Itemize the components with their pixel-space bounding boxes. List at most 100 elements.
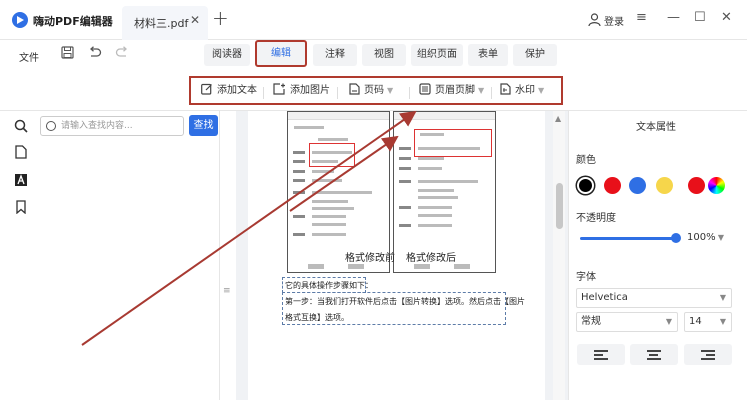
color-swatch-yellow[interactable] [656,177,673,194]
add-image-button[interactable]: 添加图片 [273,83,330,99]
figure-line [312,170,334,173]
figure-button [308,264,324,269]
edit-text-icon [201,83,212,95]
nav-organize-pages[interactable]: 组织页面 [411,44,463,66]
nav-reader[interactable]: 阅读器 [204,44,250,66]
color-swatch-red-2[interactable] [688,177,705,194]
title-bar: 嗨动PDF编辑器 材料三.pdf ✕ + 登录 ≡ — ☐ ✕ [0,0,747,40]
figure-button [414,264,430,269]
font-family-select[interactable]: Helvetica ▼ [576,288,732,308]
figure-highlight-box [309,143,355,167]
add-image-icon [273,83,285,95]
undo-icon[interactable] [88,46,102,59]
nav-annotate[interactable]: 注释 [313,44,357,66]
nav-edit[interactable]: 编辑 [255,40,307,67]
opacity-slider-handle[interactable] [671,233,681,243]
search-input[interactable] [61,119,181,133]
align-center-button[interactable] [630,344,678,365]
header-footer-dropdown[interactable]: 页眉页脚 ▼ [419,83,484,99]
toolbar-divider [491,87,492,99]
properties-title: 文本属性 [636,122,676,133]
figure-caption-after: 格式修改后 [406,253,456,264]
page-thumbnail-icon[interactable] [14,145,28,159]
app-logo-icon [12,12,28,28]
figure-line [399,157,411,160]
menu-icon[interactable]: ≡ [636,10,647,25]
font-style-select[interactable]: 常规 ▼ [576,312,678,332]
user-icon[interactable] [588,13,601,27]
search-box[interactable] [40,116,184,136]
text-recognition-icon[interactable] [14,173,28,187]
redo-icon[interactable] [115,46,129,59]
chevron-down-icon: ▼ [719,317,726,326]
figure-titlebar [394,112,495,120]
file-menu[interactable]: 文件 [19,49,39,64]
figure-line [293,215,305,218]
opacity-slider[interactable] [580,237,676,240]
figure-line [293,233,305,236]
opacity-label: 不透明度 [576,213,616,224]
save-icon[interactable] [61,46,74,59]
add-text-button[interactable]: 添加文本 [201,83,257,99]
figure-line [418,157,444,160]
login-button[interactable]: 登录 [604,13,624,28]
figure-line [312,179,342,182]
figure-line [418,214,452,217]
document-tab-label: 材料三.pdf [134,17,189,30]
figure-line [399,224,411,227]
document-tab[interactable]: 材料三.pdf ✕ [122,6,208,40]
custom-color-picker[interactable] [708,177,725,194]
figure-titlebar [288,112,389,120]
figure-line [418,189,454,192]
color-swatch-blue[interactable] [629,177,646,194]
minimize-button[interactable]: — [667,10,680,25]
search-button[interactable]: 查找 [189,115,218,136]
figure-line [293,170,305,173]
figure-line [293,160,305,163]
chevron-down-icon: ▼ [538,86,545,95]
align-left-button[interactable] [577,344,625,365]
figure-line [293,151,305,154]
search-icon[interactable] [14,119,28,133]
watermark-icon [500,83,511,95]
align-right-button[interactable] [684,344,732,365]
maximize-button[interactable]: ☐ [694,10,706,25]
figure-line [399,147,411,150]
page-number-dropdown[interactable]: 页码 ▼ [349,83,393,99]
intro-text: 它的具体操作步骤如下： [285,281,373,290]
close-window-button[interactable]: ✕ [721,10,732,25]
font-size-value: 14 [689,316,702,327]
figure-line [312,233,346,236]
step1-text-line1: 第一步：当我们打开软件后点击【图片转换】选项。然后点击【图片 [285,297,525,306]
add-text-label: 添加文本 [217,85,257,96]
vertical-scrollbar[interactable] [553,111,565,400]
watermark-label: 水印 [515,85,535,96]
font-size-select[interactable]: 14 ▼ [684,312,732,332]
color-swatch-black[interactable] [577,177,594,194]
search-icon [46,121,56,131]
nav-form[interactable]: 表单 [468,44,508,66]
font-label: 字体 [576,272,596,283]
font-family-value: Helvetica [581,292,628,303]
color-swatch-red[interactable] [604,177,621,194]
app-title: 嗨动PDF编辑器 [33,15,113,28]
scroll-up-icon[interactable]: ▲ [555,114,561,123]
bookmark-icon[interactable] [14,200,28,214]
new-tab-button[interactable]: + [212,6,229,30]
nav-protect[interactable]: 保护 [513,44,557,66]
scroll-thumb[interactable] [556,183,563,229]
watermark-dropdown[interactable]: 水印 ▼ [500,83,544,99]
figure-line [418,206,452,209]
nav-view[interactable]: 视图 [362,44,406,66]
chevron-down-icon: ▼ [717,233,724,242]
opacity-value[interactable]: 100% ▼ [684,229,732,247]
figure-line [312,191,372,194]
chevron-down-icon: ▼ [387,86,394,95]
resize-handle-icon[interactable]: ≡ [223,286,233,296]
chevron-down-icon: ▼ [719,293,726,302]
toolbar-divider [263,87,264,99]
close-tab-icon[interactable]: ✕ [190,13,200,27]
chevron-down-icon: ▼ [665,317,672,326]
opacity-value-text: 100% [687,232,716,243]
figure-line [312,223,346,226]
